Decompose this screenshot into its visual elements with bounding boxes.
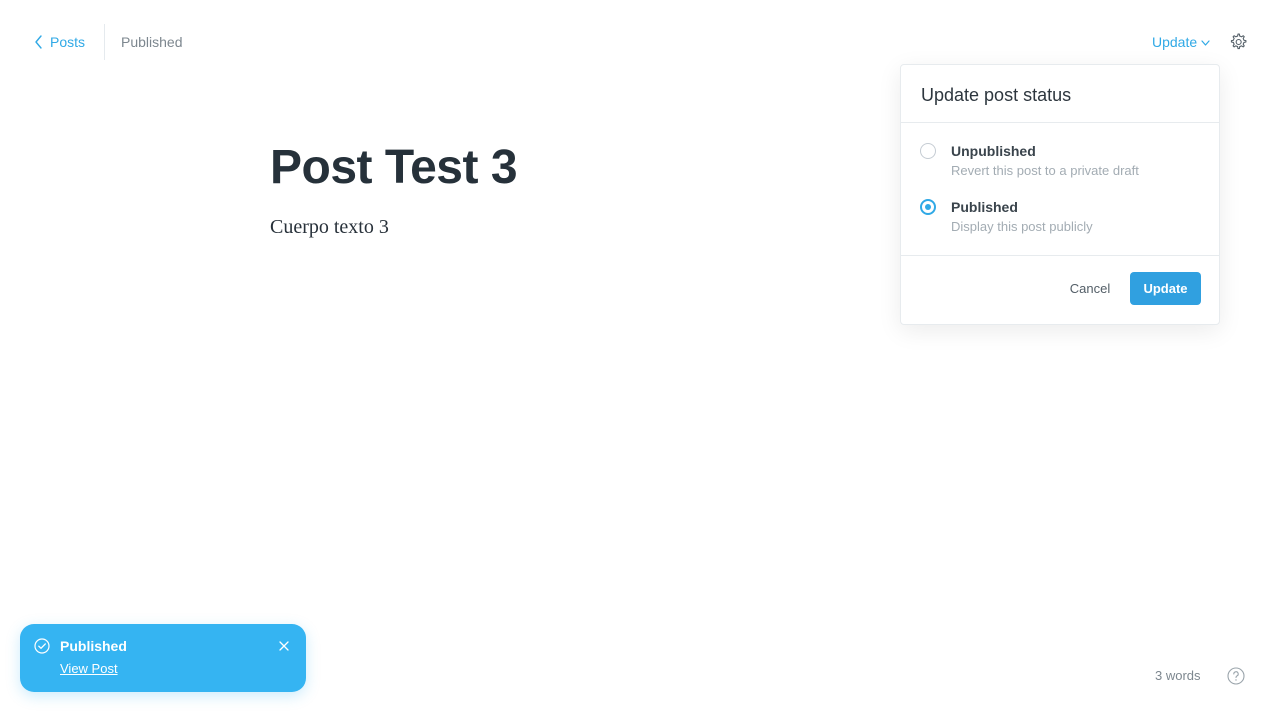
back-to-posts-link[interactable]: Posts	[34, 33, 85, 51]
notification-title: Published	[60, 638, 127, 654]
option-label: Unpublished	[951, 143, 1036, 159]
check-circle-icon	[34, 638, 50, 654]
editor-page: Posts Published Update Post Test 3 Cuerp…	[0, 0, 1280, 720]
view-post-link[interactable]: View Post	[60, 661, 118, 676]
published-notification: Published View Post	[20, 624, 306, 692]
back-link-label: Posts	[50, 34, 86, 50]
update-status-popover: Update post status Unpublished Revert th…	[900, 64, 1220, 325]
unpublished-radio[interactable]	[920, 143, 936, 159]
cancel-button[interactable]: Cancel	[1061, 272, 1119, 305]
option-label: Published	[951, 199, 1018, 215]
status-option-published[interactable]: Published Display this post publicly	[920, 197, 1200, 241]
popover-title: Update post status	[921, 85, 1072, 105]
post-body[interactable]: Cuerpo texto 3	[270, 216, 389, 239]
update-button[interactable]: Update	[1130, 272, 1201, 305]
update-menu-trigger[interactable]: Update	[1152, 33, 1210, 51]
close-icon[interactable]	[278, 640, 290, 652]
chevron-down-icon	[1201, 40, 1210, 46]
header-divider	[104, 24, 105, 60]
update-menu-label: Update	[1152, 34, 1198, 50]
popover-divider	[901, 255, 1219, 256]
settings-button[interactable]	[1228, 32, 1248, 52]
option-description: Revert this post to a private draft	[951, 163, 1139, 178]
status-option-unpublished[interactable]: Unpublished Revert this post to a privat…	[920, 141, 1200, 185]
popover-divider	[901, 122, 1219, 123]
word-count: 3 words	[1155, 668, 1201, 683]
published-radio[interactable]	[920, 199, 936, 215]
post-status-label: Published	[121, 34, 183, 50]
gear-icon	[1230, 33, 1247, 50]
question-circle-icon[interactable]	[1227, 667, 1245, 685]
post-title[interactable]: Post Test 3	[270, 140, 518, 195]
option-description: Display this post publicly	[951, 219, 1093, 234]
chevron-left-icon	[35, 35, 42, 49]
